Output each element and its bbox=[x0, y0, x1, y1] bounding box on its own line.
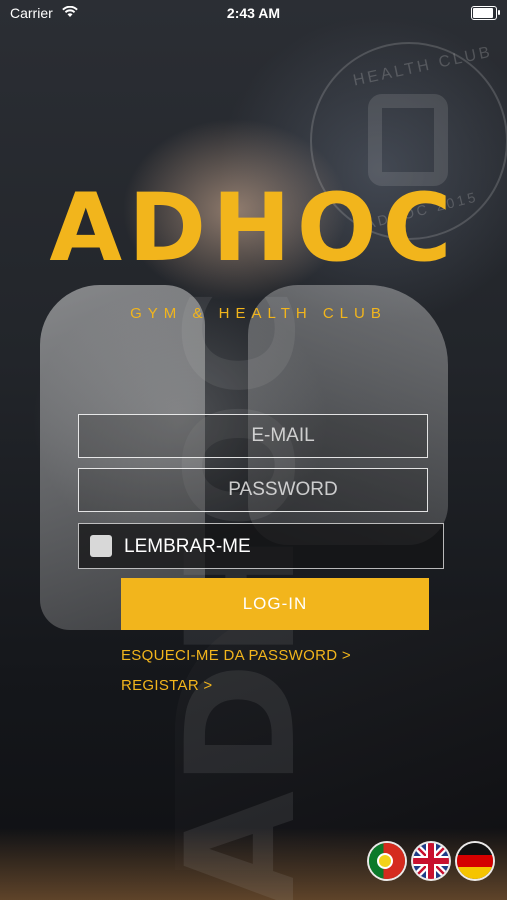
brand-watermark: ADHOC bbox=[155, 283, 329, 900]
remember-me-label: LEMBRAR-ME bbox=[124, 536, 251, 557]
uk-flag-icon[interactable] bbox=[413, 843, 449, 879]
email-field-container bbox=[78, 414, 428, 458]
brand-logo: ADHOC bbox=[49, 174, 458, 283]
status-bar: Carrier 2:43 AM bbox=[0, 0, 507, 26]
portugal-flag-icon[interactable] bbox=[369, 843, 405, 879]
remember-me-row[interactable]: LEMBRAR-ME bbox=[78, 523, 444, 569]
email-field[interactable] bbox=[79, 415, 427, 457]
portugal-emblem bbox=[377, 853, 393, 869]
brand-tagline: GYM & HEALTH CLUB bbox=[130, 305, 387, 322]
password-field-container bbox=[78, 468, 428, 512]
seal-text-top: HEALTH CLUB bbox=[351, 43, 495, 90]
status-time: 2:43 AM bbox=[226, 5, 281, 21]
login-button[interactable]: LOG-IN bbox=[121, 578, 429, 630]
battery-icon bbox=[471, 6, 500, 20]
forgot-password-link[interactable]: ESQUECI-ME DA PASSWORD > bbox=[121, 647, 351, 664]
germany-flag-icon[interactable] bbox=[457, 843, 493, 879]
seal-emblem bbox=[368, 94, 448, 186]
remember-me-checkbox[interactable] bbox=[90, 535, 112, 557]
password-field[interactable] bbox=[79, 469, 427, 511]
register-link[interactable]: REGISTAR > bbox=[121, 677, 213, 694]
